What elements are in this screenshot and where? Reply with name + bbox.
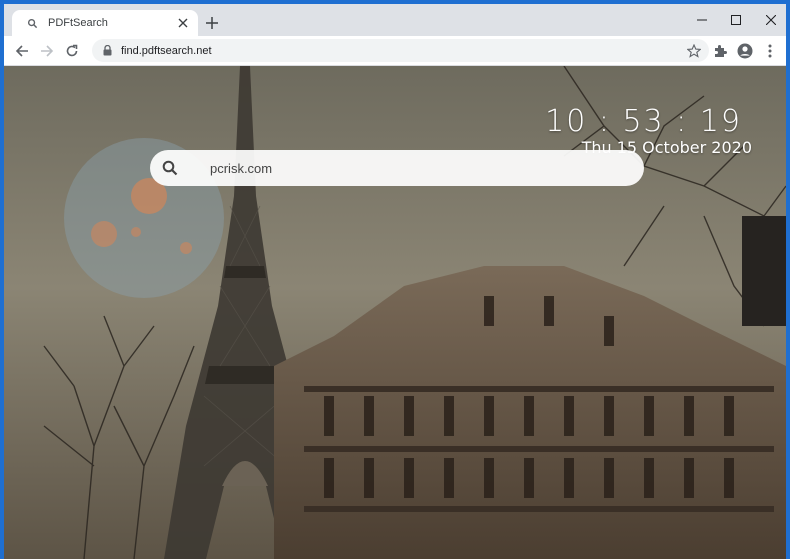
back-icon[interactable] [12,41,32,61]
forward-icon[interactable] [37,41,57,61]
tab-strip: PDFtSearch [4,4,786,36]
url-text: find.pdftsearch.net [121,44,212,57]
maximize-icon[interactable] [721,8,751,32]
clock: 10 : 53 : 19 [545,104,742,139]
account-icon[interactable] [735,41,755,61]
address-bar[interactable]: find.pdftsearch.net [92,39,709,62]
window-close-icon[interactable] [756,8,786,32]
star-icon[interactable] [685,42,703,60]
lock-icon[interactable] [101,45,113,57]
plus-icon[interactable] [202,13,222,33]
page-viewport: 10 : 53 : 19 Thu 15 October 2020 [4,66,786,559]
reload-icon[interactable] [62,41,82,61]
search-input[interactable] [210,153,644,183]
tab-title: PDFtSearch [48,17,108,29]
browser-toolbar: find.pdftsearch.net [4,36,786,66]
search-icon [26,17,38,29]
search-bar[interactable] [150,150,644,186]
puzzle-icon[interactable] [710,41,730,61]
browser-window: PDFtSearch find.pdftsearch.net 10: 53:… [0,0,790,559]
search-icon[interactable] [160,158,180,178]
minimize-icon[interactable] [687,8,717,32]
tab-pdftsearch[interactable]: PDFtSearch [12,10,198,36]
menu-icon[interactable] [760,41,780,61]
close-icon[interactable] [176,16,190,30]
